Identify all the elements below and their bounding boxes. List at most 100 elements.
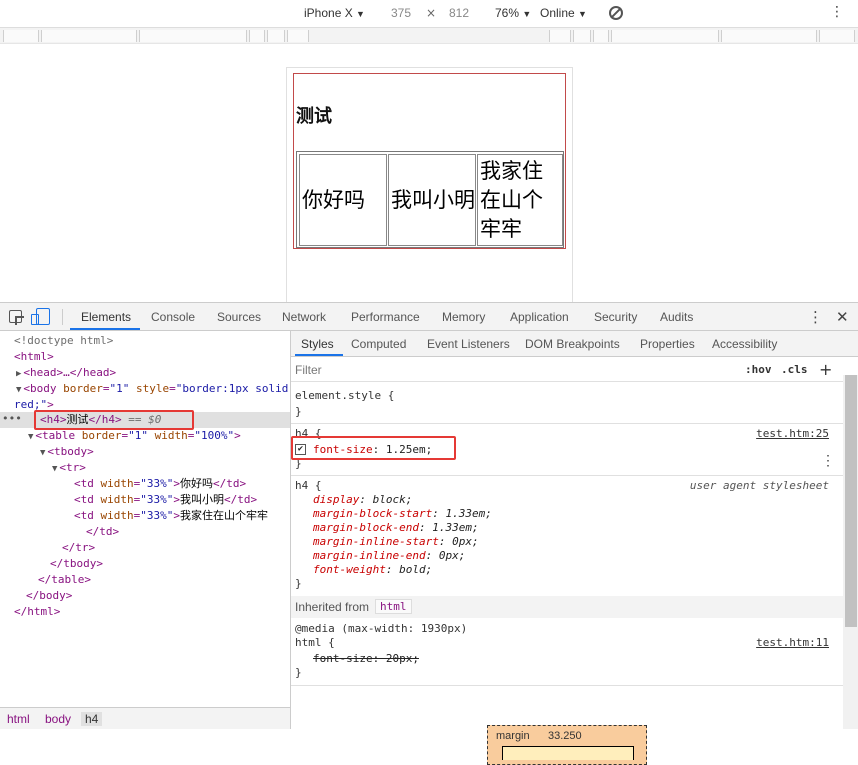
new-rule-button[interactable]: + [819, 360, 832, 379]
times-sign: × [426, 6, 437, 20]
styles-scrollbar[interactable] [843, 375, 858, 729]
active-tab-indicator [295, 354, 343, 356]
dom-tbody-close[interactable]: </tbody> [50, 556, 103, 572]
devtools-menu-icon[interactable]: ⋮ [808, 308, 823, 326]
tab-audits[interactable]: Audits [660, 310, 693, 324]
ua-declaration[interactable]: display: block; [313, 493, 412, 507]
ua-declaration[interactable]: margin-block-start: 1.33em; [313, 507, 492, 521]
dom-tr-close[interactable]: </tr> [62, 540, 95, 556]
overridden-declaration[interactable]: font-size: 20px; [313, 652, 419, 666]
dom-td-close[interactable]: </td> [86, 524, 119, 540]
table-cell: 我家住在山个牢牢 [477, 154, 563, 246]
table-cell: 我叫小明 [388, 154, 476, 246]
tab-event-listeners[interactable]: Event Listeners [427, 337, 510, 351]
more-options-icon[interactable]: ⋮ [830, 4, 844, 20]
breadcrumb-h4[interactable]: h4 [81, 712, 103, 726]
tab-properties[interactable]: Properties [640, 337, 695, 351]
active-tab-indicator [70, 328, 140, 330]
inspect-element-icon[interactable] [9, 310, 24, 325]
breadcrumb-html[interactable]: html [7, 712, 30, 726]
box-model-value[interactable]: 33.250 [548, 730, 582, 742]
dom-body[interactable]: ▼ <body border="1" style="border:1px soli… [16, 381, 288, 397]
ua-stylesheet-label: user agent stylesheet [689, 479, 829, 492]
tab-memory[interactable]: Memory [442, 310, 485, 324]
highlight-box [291, 436, 456, 460]
page-heading: 测试 [296, 106, 332, 127]
dom-td[interactable]: <td width="33%">我叫小明</td> [74, 492, 257, 508]
tab-sources[interactable]: Sources [217, 310, 261, 324]
dom-body-close[interactable]: </body> [26, 588, 72, 604]
inherited-tag-link[interactable]: html [375, 599, 412, 614]
page-body: 测试 你好吗 我叫小明 我家住在山个牢牢 [293, 73, 566, 249]
h4-rule-source-link[interactable]: test.htm:25 [756, 427, 829, 440]
html-rule-source-link[interactable]: test.htm:11 [756, 636, 829, 649]
tab-elements[interactable]: Elements [81, 310, 131, 324]
dom-html[interactable]: <html> [14, 349, 54, 365]
dom-table-close[interactable]: </table> [38, 572, 91, 588]
rule-close-brace: } [295, 666, 302, 679]
close-icon[interactable]: ✕ [836, 308, 849, 326]
media-query-ruler[interactable] [0, 28, 858, 44]
tab-console[interactable]: Console [151, 310, 195, 324]
divider [291, 423, 843, 424]
dom-td[interactable]: <td width="33%">我家住在山个牢牢 [74, 508, 268, 524]
device-toggle-icon[interactable] [31, 308, 50, 325]
node-actions-icon[interactable]: ••• [2, 412, 22, 425]
scroll-thumb[interactable] [845, 375, 857, 627]
media-query: @media (max-width: 1930px) [295, 622, 468, 635]
breadcrumb-body[interactable]: body [45, 712, 71, 726]
device-toolbar: iPhone X ▼ 375 × 812 76% ▼ Online ▼ ⋮ [0, 0, 858, 28]
devtools-panel: Elements Console Sources Network Perform… [0, 302, 858, 765]
html-rule-selector[interactable]: html { [295, 636, 335, 650]
ua-rule-selector[interactable]: h4 { [295, 479, 322, 493]
table-cell: 你好吗 [299, 154, 387, 246]
styles-pane: Styles Computed Event Listeners DOM Brea… [290, 331, 858, 765]
device-select[interactable]: iPhone X ▼ [304, 6, 365, 20]
inherited-from-bar: Inherited from html [291, 596, 843, 618]
tab-accessibility[interactable]: Accessibility [712, 337, 777, 351]
tab-security[interactable]: Security [594, 310, 637, 324]
dom-tbody[interactable]: ▼ <tbody> [40, 444, 94, 460]
phone-screen: 测试 你好吗 我叫小明 我家住在山个牢牢 [286, 67, 573, 302]
page-table: 你好吗 我叫小明 我家住在山个牢牢 [296, 151, 564, 248]
cls-toggle[interactable]: .cls [781, 363, 808, 376]
width-input[interactable]: 375 [391, 6, 411, 20]
styles-tabbar: Styles Computed Event Listeners DOM Brea… [291, 331, 858, 357]
zoom-select[interactable]: 76% ▼ [495, 6, 531, 20]
tab-application[interactable]: Application [510, 310, 569, 324]
dom-html-close[interactable]: </html> [14, 604, 60, 620]
dom-td[interactable]: <td width="33%">你好吗</td> [74, 476, 246, 492]
tab-styles[interactable]: Styles [301, 337, 334, 351]
filter-bar: :hov .cls + [291, 358, 843, 382]
ua-declaration[interactable]: margin-block-end: 1.33em; [313, 521, 479, 535]
ua-declaration[interactable]: margin-inline-start: 0px; [313, 535, 479, 549]
dom-tr[interactable]: ▼ <tr> [52, 460, 86, 476]
tab-network[interactable]: Network [282, 310, 326, 324]
rotate-icon[interactable] [609, 6, 623, 20]
ua-declaration[interactable]: margin-inline-end: 0px; [313, 549, 465, 563]
ua-declaration[interactable]: font-weight: bold; [313, 563, 432, 577]
tab-performance[interactable]: Performance [351, 310, 420, 324]
rule-close-brace: } [295, 577, 302, 590]
tab-computed[interactable]: Computed [351, 337, 406, 351]
box-model-margin[interactable]: margin 33.250 [487, 725, 647, 765]
network-select[interactable]: Online ▼ [540, 6, 587, 20]
rule-close-brace: } [295, 405, 302, 418]
divider [62, 309, 63, 325]
tab-dom-breakpoints[interactable]: DOM Breakpoints [525, 337, 620, 351]
device-viewport: 测试 你好吗 我叫小明 我家住在山个牢牢 [0, 44, 858, 302]
devtools-tabbar: Elements Console Sources Network Perform… [0, 303, 858, 331]
dom-table[interactable]: ▼ <table border="1" width="100%"> [28, 428, 241, 444]
styles-rules: element.style { } h4 { test.htm:25 ✔ fon… [291, 383, 843, 765]
height-input[interactable]: 812 [449, 6, 469, 20]
element-style-selector[interactable]: element.style { [295, 389, 394, 403]
dom-doctype[interactable]: <!doctype html> [14, 333, 113, 349]
breadcrumb: html body h4 [0, 707, 290, 729]
rule-menu-icon[interactable]: ⋮ [821, 453, 835, 469]
divider [291, 475, 843, 476]
styles-filter-input[interactable] [295, 361, 733, 379]
box-model-border [502, 746, 634, 760]
hov-toggle[interactable]: :hov [745, 363, 772, 376]
dom-head[interactable]: ▶ <head>…</head> [16, 365, 116, 381]
box-model-label: margin [496, 730, 530, 742]
